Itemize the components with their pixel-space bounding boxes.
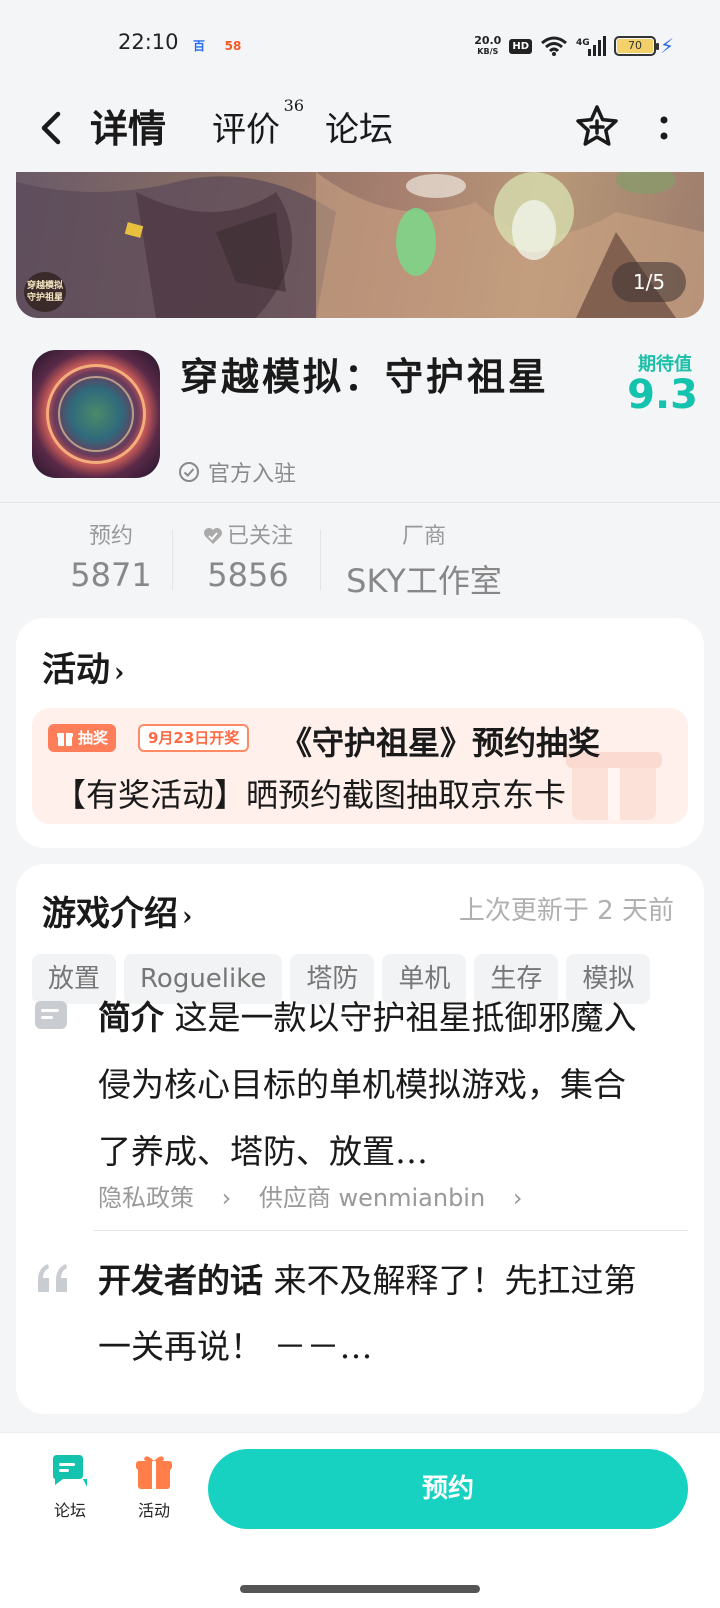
quote-icon [38, 1264, 67, 1292]
battery-level: 70 [617, 39, 653, 53]
developer-note-label: 开发者的话 [98, 1261, 263, 1300]
lottery-badge: 抽奖 [48, 724, 117, 752]
banner-logo-line2: 守护祖星 [26, 293, 63, 303]
screenshot-banner[interactable]: 穿越模拟 守护祖星 1/5 [16, 172, 704, 318]
lottery-badge-label: 抽奖 [78, 729, 109, 747]
status-bar: 22:10 百 58 20.0 KB/S HD 4G 70 ⚡ [0, 0, 720, 84]
chevron-right-icon: › [182, 902, 193, 932]
intro-summary-text: 这是一款以守护祖星抵御邪魔入侵为核心目标的单机模拟游戏，集合了养成、塔防、放置… [98, 998, 637, 1171]
more-options-icon[interactable] [652, 110, 676, 146]
banner-logo-line1: 穿越模拟 [26, 281, 63, 291]
activity-card: 活动 › 抽奖 9月23日开奖 《守护祖星》预约抽奖 【有奖活动】晒预约截图抽取京… [16, 618, 704, 848]
activity-section-header[interactable]: 活动 › [42, 642, 124, 691]
network-speed-value: 20.0 [474, 34, 502, 47]
charging-icon: ⚡ [659, 34, 674, 58]
stat-separator [172, 530, 173, 590]
gift-icon [57, 733, 73, 746]
back-arrow-icon[interactable] [36, 106, 68, 150]
intro-summary[interactable]: 简介 这是一款以守护祖星抵御邪魔入侵为核心目标的单机模拟游戏，集合了养成、塔防、… [98, 984, 658, 1184]
divider [94, 1230, 688, 1231]
tab-forum-label: 论坛 [325, 110, 393, 150]
network-speed: 20.0 KB/S [474, 35, 501, 57]
intro-title: 游戏介绍 [42, 894, 178, 934]
stat-vendor-label: 厂商 [401, 524, 446, 549]
expectation-score: 9.3 [627, 372, 698, 418]
activity-headline: 《守护祖星》预约抽奖 [280, 724, 601, 762]
tab-detail[interactable]: 详情 [88, 98, 172, 153]
gift-icon [136, 1456, 172, 1489]
stat-followed[interactable]: 已关注 5856 [188, 518, 308, 594]
game-title: 穿越模拟：守护祖星 [180, 354, 550, 399]
forum-button-label: 论坛 [53, 1501, 86, 1520]
banner-artwork [16, 172, 704, 318]
official-badge: 官方入驻 [178, 456, 296, 488]
tab-review[interactable]: 评价 36 [212, 96, 304, 151]
draw-date-badge: 9月23日开奖 [138, 724, 250, 752]
hd-icon: HD [509, 38, 532, 54]
58-app-icon: 58 [224, 39, 242, 53]
review-count: 36 [283, 96, 304, 115]
intro-summary-label: 简介 [98, 998, 164, 1037]
reserve-button[interactable]: 预约 [208, 1449, 688, 1529]
forum-button[interactable]: 论坛 [40, 1453, 100, 1521]
game-app-icon [32, 350, 160, 478]
banner-page-indicator: 1/5 [612, 262, 686, 302]
stat-reservations-label: 预约 [88, 524, 133, 549]
stat-reservations: 预约 5871 [56, 518, 166, 594]
activity-button[interactable]: 活动 [124, 1453, 184, 1521]
top-nav: 详情 评价 36 论坛 [0, 84, 720, 172]
home-indicator[interactable] [240, 1585, 480, 1593]
tab-detail-label: 详情 [90, 106, 167, 151]
wifi-icon [541, 36, 567, 56]
supplier-link[interactable]: 供应商 wenmianbin › [259, 1184, 523, 1212]
activity-subline: 【有奖活动】晒预约截图抽取京东卡 [54, 776, 567, 814]
status-indicators: 20.0 KB/S HD 4G 70 [474, 32, 659, 60]
network-speed-unit: KB/S [477, 47, 499, 56]
intro-links: 隐私政策 › 供应商 wenmianbin › [98, 1178, 542, 1213]
icon-ring-inner [58, 376, 134, 452]
signal-icon: 4G [576, 36, 606, 56]
tab-review-label: 评价 [212, 110, 280, 150]
intro-section-header[interactable]: 游戏介绍 › [42, 886, 192, 935]
divider [0, 502, 720, 503]
tab-forum[interactable]: 论坛 [325, 102, 393, 151]
official-label: 官方入驻 [208, 462, 297, 487]
baidu-app-icon: 百 [192, 39, 205, 53]
stat-followed-value: 5856 [207, 556, 289, 594]
stat-vendor-value: SKY工作室 [346, 562, 502, 600]
star-plus-icon[interactable] [574, 104, 620, 150]
supplier-label: 供应商 wenmianbin [258, 1184, 486, 1212]
activity-item[interactable]: 抽奖 9月23日开奖 《守护祖星》预约抽奖 【有奖活动】晒预约截图抽取京东卡 [32, 708, 688, 824]
privacy-policy-label: 隐私政策 [98, 1184, 194, 1212]
status-time: 22:10 [118, 30, 179, 54]
network-type-label: 4G [576, 38, 590, 48]
developer-note[interactable]: 开发者的话 来不及解释了！先扛过第一关再说！ －－… [98, 1248, 658, 1382]
game-intro-card: 游戏介绍 › 上次更新于 2 天前 放置 Roguelike 塔防 单机 生存 模拟 简介 … [16, 864, 704, 1414]
document-icon [35, 1001, 67, 1029]
stat-vendor[interactable]: 厂商 SKY工作室 [334, 518, 514, 602]
chat-bubble-icon [53, 1455, 87, 1487]
heart-icon [203, 528, 222, 544]
check-circle-icon [179, 462, 199, 482]
banner-game-logo: 穿越模拟 守护祖星 [24, 272, 66, 312]
privacy-policy-link[interactable]: 隐私政策 › [98, 1184, 231, 1212]
stat-reservations-value: 5871 [70, 556, 152, 594]
activity-title: 活动 [42, 650, 110, 690]
stat-separator [320, 530, 321, 590]
bottom-action-bar: 论坛 活动 预约 [0, 1432, 720, 1608]
stat-followed-label: 已关注 [226, 524, 293, 549]
battery-icon: 70 [614, 36, 659, 56]
activity-button-label: 活动 [137, 1501, 170, 1520]
last-updated: 上次更新于 2 天前 [458, 896, 674, 926]
chevron-right-icon: › [114, 658, 125, 688]
